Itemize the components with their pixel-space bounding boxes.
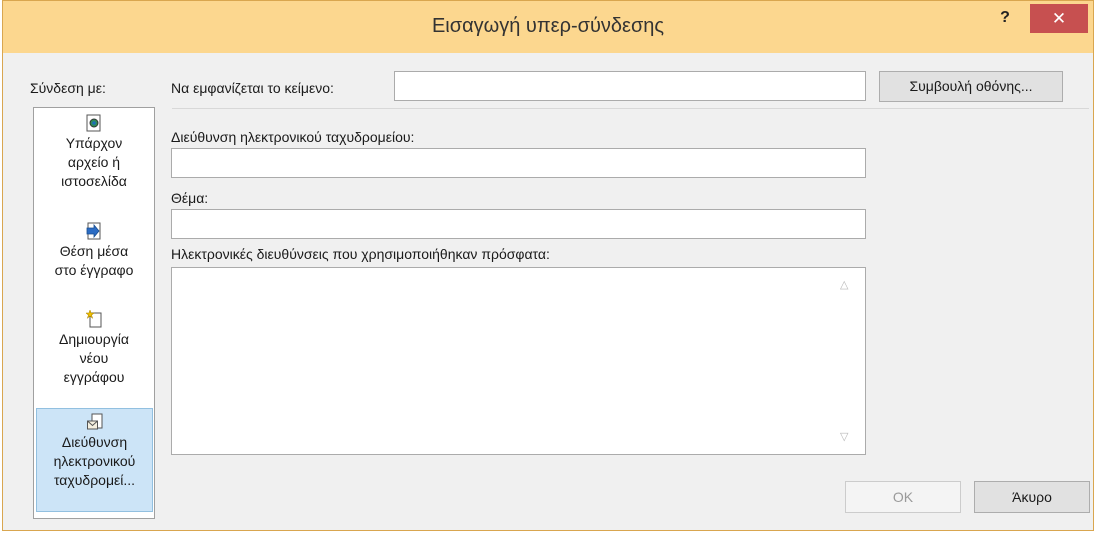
subject-label: Θέμα: bbox=[171, 190, 209, 206]
side-label-line: στο έγγραφο bbox=[54, 262, 134, 278]
side-label-line: Δημιουργία bbox=[59, 331, 129, 347]
link-new-document[interactable]: Δημιουργία νέου εγγράφου bbox=[35, 309, 153, 406]
text-to-display-input[interactable] bbox=[394, 71, 866, 101]
recent-addresses-label: Ηλεκτρονικές διευθύνσεις που χρησιμοποιή… bbox=[171, 246, 550, 262]
link-place-in-document[interactable]: Θέση μέσα στο έγγραφο bbox=[35, 222, 153, 302]
recent-addresses-list[interactable]: △ ▽ bbox=[171, 267, 866, 455]
side-label-line: ηλεκτρονικού bbox=[53, 453, 136, 469]
dialog-title: Εισαγωγή υπερ-σύνδεσης bbox=[431, 15, 665, 37]
new-document-icon bbox=[85, 309, 102, 328]
side-label-line: ιστοσελίδα bbox=[61, 173, 127, 189]
place-in-document-icon bbox=[86, 222, 102, 240]
existing-file-icon bbox=[86, 114, 102, 132]
link-email-address[interactable]: Διεύθυνση ηλεκτρονικού ταχυδρομεί... bbox=[36, 408, 153, 512]
text-to-display-label: Να εμφανίζεται το κείμενο: bbox=[171, 80, 334, 96]
cancel-button[interactable]: Άκυρο bbox=[974, 481, 1090, 513]
screentip-button[interactable]: Συμβουλή οθόνης... bbox=[879, 71, 1063, 102]
side-label-line: Διεύθυνση bbox=[61, 434, 128, 450]
side-label-line: εγγράφου bbox=[63, 369, 125, 385]
side-label-line: αρχείο ή bbox=[67, 154, 121, 170]
side-label-line: Υπάρχον bbox=[65, 135, 123, 151]
email-address-label: Διεύθυνση ηλεκτρονικού ταχυδρομείου: bbox=[171, 129, 415, 145]
email-address-input[interactable] bbox=[171, 148, 866, 178]
link-existing-file[interactable]: Υπάρχον αρχείο ή ιστοσελίδα bbox=[35, 114, 153, 214]
side-label-line: ταχυδρομεί... bbox=[53, 472, 136, 488]
hyperlink-dialog: Εισαγωγή υπερ-σύνδεσης ? ✕ Σύνδεση με: Υ… bbox=[2, 0, 1094, 531]
close-button[interactable]: ✕ bbox=[1030, 4, 1088, 33]
side-label-line: νέου bbox=[79, 350, 109, 366]
link-to-label: Σύνδεση με: bbox=[30, 80, 106, 96]
ok-button[interactable]: OK bbox=[845, 481, 961, 513]
subject-input[interactable] bbox=[171, 209, 866, 239]
title-bar[interactable]: Εισαγωγή υπερ-σύνδεσης ? ✕ bbox=[3, 1, 1093, 53]
help-button[interactable]: ? bbox=[995, 9, 1015, 33]
side-label-line: Θέση μέσα bbox=[59, 243, 129, 259]
link-to-sidebar: Υπάρχον αρχείο ή ιστοσελίδα Θέση μέσα στ… bbox=[33, 107, 155, 519]
scroll-up-icon[interactable]: △ bbox=[840, 278, 848, 291]
scroll-down-icon[interactable]: ▽ bbox=[840, 430, 848, 443]
separator bbox=[172, 108, 1089, 109]
email-address-icon bbox=[86, 413, 103, 431]
